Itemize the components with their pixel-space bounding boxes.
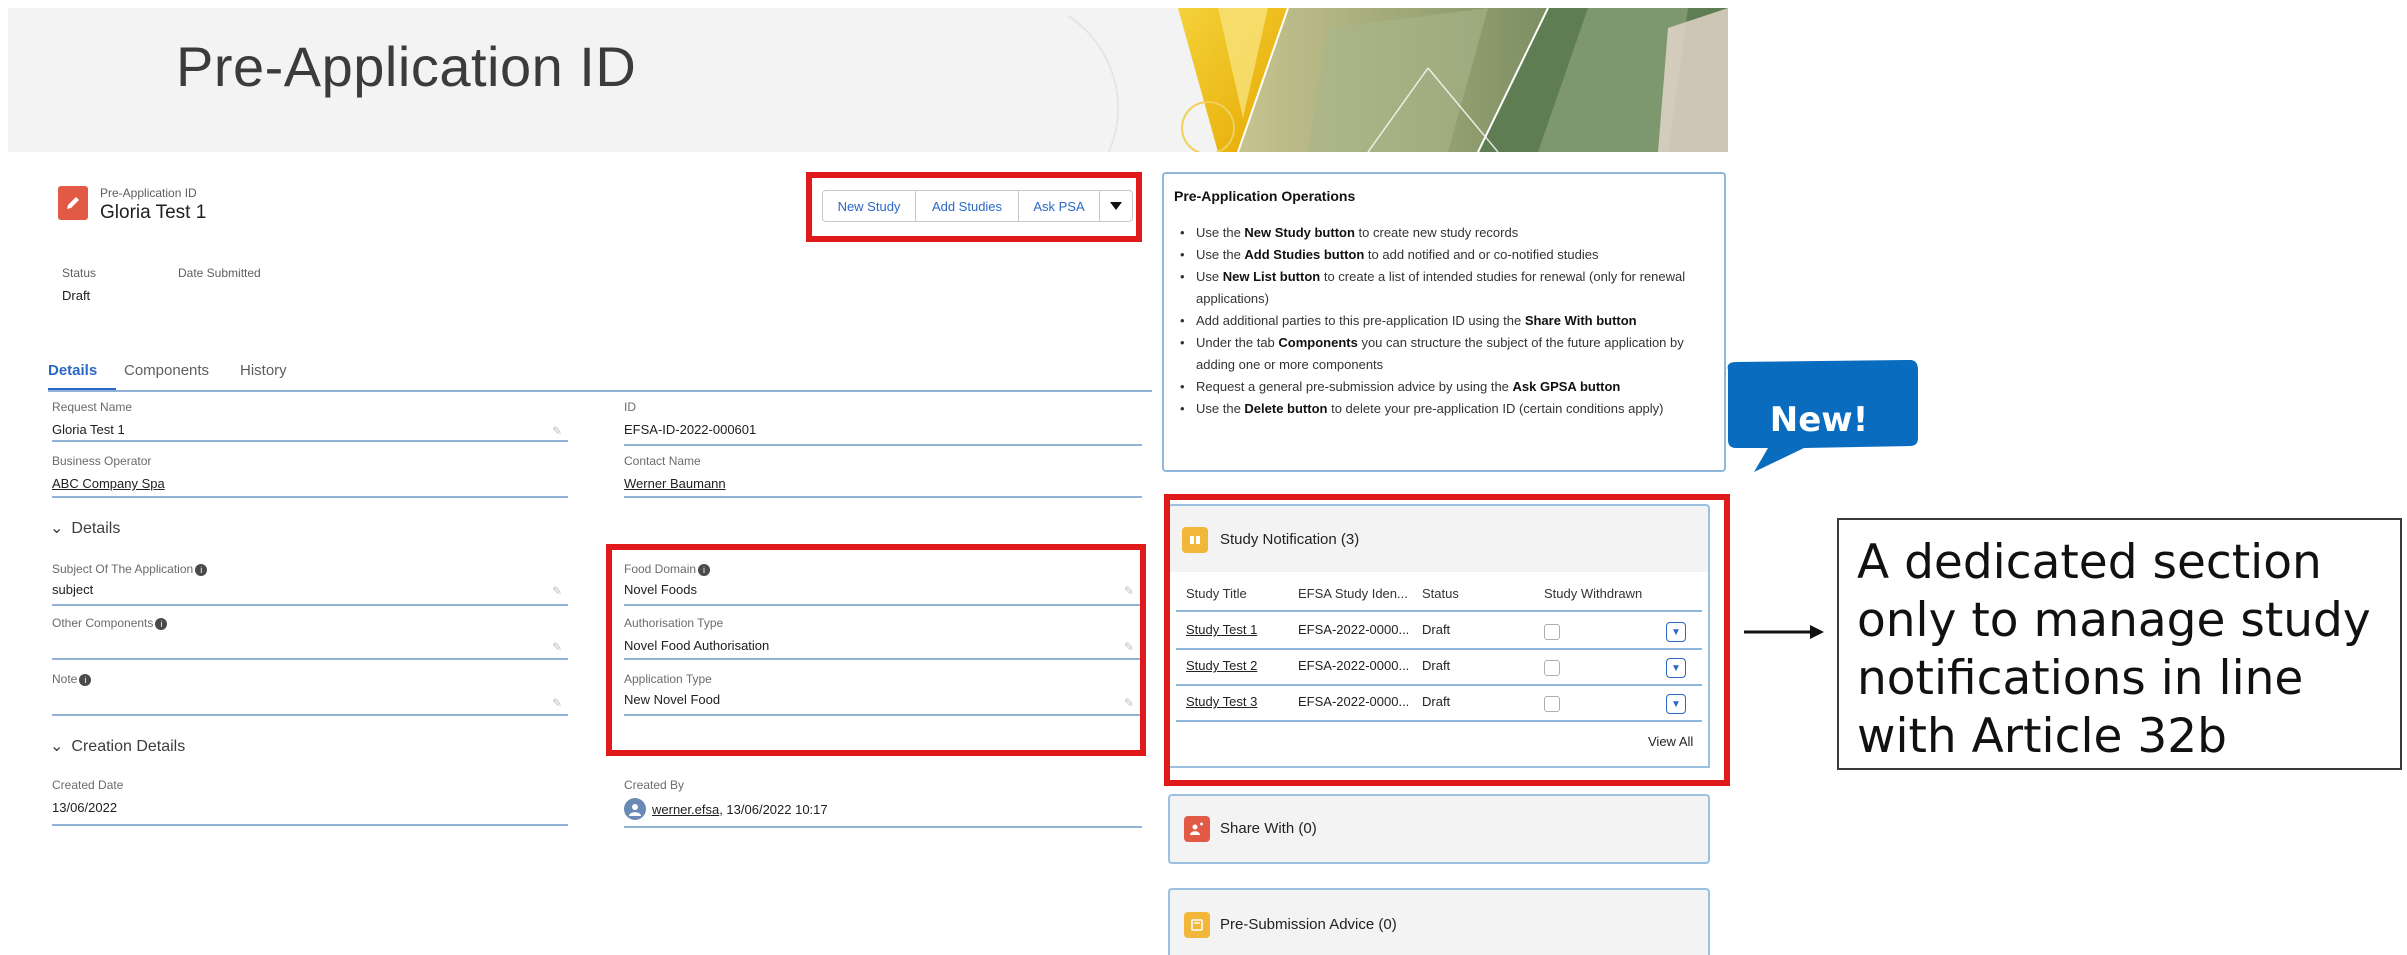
tab-details[interactable]: Details: [48, 362, 97, 379]
edit-pencil-icon[interactable]: ✎: [552, 696, 562, 710]
chevron-down-icon: ⌄: [50, 738, 64, 755]
share-with-title[interactable]: Share With (0): [1220, 820, 1317, 837]
field-underline: [52, 824, 568, 826]
details-section-header[interactable]: ⌄ Details: [50, 518, 120, 538]
field-underline: [52, 714, 568, 716]
business-operator-label: Business Operator: [52, 454, 152, 468]
operations-item: Use the New Study button to create new s…: [1174, 222, 1714, 244]
operations-item: Use the Delete button to delete your pre…: [1174, 398, 1714, 420]
field-underline: [52, 496, 568, 498]
operations-item: Use New List button to create a list of …: [1174, 266, 1714, 310]
arrow-right-icon: [1744, 625, 1824, 639]
subject-label: Subject Of The Application i: [52, 562, 208, 576]
record-object-label: Pre-Application ID: [100, 186, 197, 200]
tab-bar-divider: [48, 390, 1152, 392]
status-value: Draft: [62, 288, 91, 303]
tab-components[interactable]: Components: [124, 362, 209, 379]
creation-details-title: Creation Details: [71, 738, 186, 755]
chevron-down-icon: ⌄: [50, 520, 64, 537]
other-components-label: Other Components i: [52, 616, 168, 630]
subject-value: subject: [52, 582, 94, 597]
date-submitted-label: Date Submitted: [178, 266, 261, 280]
field-underline: [52, 604, 568, 606]
record-name: Gloria Test 1: [100, 202, 207, 223]
user-avatar-icon: [624, 798, 646, 820]
info-icon[interactable]: i: [195, 563, 208, 576]
annotation-callout: A dedicated section only to manage study…: [1837, 518, 2402, 770]
creation-details-section-header[interactable]: ⌄ Creation Details: [50, 736, 185, 756]
operations-title: Pre-Application Operations: [1174, 188, 1356, 204]
new-badge-text: New!: [1769, 400, 1869, 440]
note-label: Note i: [52, 672, 92, 686]
info-icon[interactable]: i: [155, 617, 168, 630]
record-icon: [58, 186, 88, 220]
created-by-value: werner.efsa , 13/06/2022 10:17: [624, 798, 828, 820]
created-by-date: , 13/06/2022 10:17: [719, 801, 828, 817]
created-by-user-link[interactable]: werner.efsa: [652, 802, 719, 817]
page-title: Pre-Application ID: [176, 35, 637, 98]
operations-item: Add additional parties to this pre-appli…: [1174, 310, 1714, 332]
pre-submission-advice-icon: [1184, 912, 1210, 938]
id-value: EFSA-ID-2022-000601: [624, 422, 757, 437]
operations-item: Under the tab Components you can structu…: [1174, 332, 1714, 376]
field-underline: [624, 444, 1142, 446]
operations-list: Use the New Study button to create new s…: [1174, 222, 1714, 420]
pre-application-operations-card: Pre-Application Operations Use the New S…: [1162, 172, 1726, 472]
created-by-label: Created By: [624, 778, 685, 792]
info-icon[interactable]: i: [79, 673, 92, 686]
field-underline: [624, 826, 1142, 828]
pre-submission-advice-title[interactable]: Pre-Submission Advice (0): [1220, 916, 1397, 933]
share-with-icon: [1184, 816, 1210, 842]
contact-name-label: Contact Name: [624, 454, 701, 468]
field-underline: [52, 658, 568, 660]
tab-history[interactable]: History: [240, 362, 287, 379]
request-name-label: Request Name: [52, 400, 133, 414]
banner-image: [1068, 8, 1728, 152]
status-label: Status: [62, 266, 97, 280]
edit-pencil-icon[interactable]: ✎: [552, 640, 562, 654]
operations-item: Use the Add Studies button to add notifi…: [1174, 244, 1714, 266]
field-underline: [52, 440, 568, 442]
pencil-icon: [67, 197, 79, 209]
created-date-label: Created Date: [52, 778, 124, 792]
created-date-value: 13/06/2022: [52, 800, 118, 815]
contact-name-link[interactable]: Werner Baumann: [624, 476, 726, 491]
request-name-value: Gloria Test 1: [52, 422, 125, 437]
study-notification-highlight-box: [1164, 494, 1730, 786]
details-section-title: Details: [71, 520, 121, 537]
edit-pencil-icon[interactable]: ✎: [552, 584, 562, 598]
edit-pencil-icon[interactable]: ✎: [552, 424, 562, 438]
operations-item: Request a general pre-submission advice …: [1174, 376, 1714, 398]
page-banner: Pre-Application ID: [8, 8, 1728, 152]
business-operator-link[interactable]: ABC Company Spa: [52, 476, 165, 491]
fields-highlight-box: [606, 544, 1146, 756]
actions-highlight-box: [806, 172, 1142, 242]
field-underline: [624, 496, 1142, 498]
id-label: ID: [624, 400, 636, 414]
